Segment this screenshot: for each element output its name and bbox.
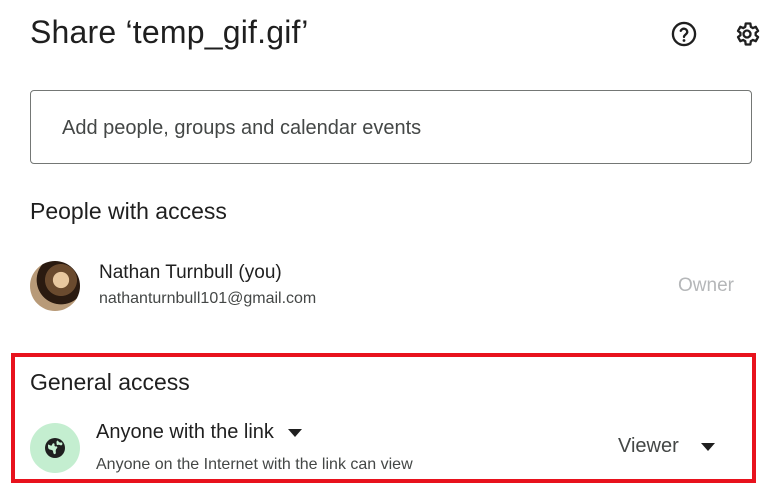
chevron-down-icon	[700, 442, 715, 451]
avatar	[30, 261, 80, 311]
dialog-title: Share ‘temp_gif.gif’	[30, 14, 309, 50]
person-role: Owner	[678, 275, 734, 296]
general-access-heading: General access	[30, 369, 190, 395]
people-with-access-heading: People with access	[30, 198, 227, 224]
person-row: Nathan Turnbull (you) nathanturnbull101@…	[30, 258, 750, 314]
general-access-dropdown[interactable]: Anyone with the link	[96, 421, 302, 444]
link-role-label: Viewer	[618, 435, 679, 457]
chevron-down-icon	[287, 428, 302, 437]
globe-icon	[30, 423, 80, 473]
gear-icon	[733, 20, 761, 53]
general-access-option-label: Anyone with the link	[96, 421, 274, 443]
help-circle-icon	[670, 20, 698, 53]
add-people-input[interactable]	[62, 115, 722, 141]
help-button[interactable]	[668, 20, 700, 52]
general-access-description: Anyone on the Internet with the link can…	[96, 456, 413, 473]
person-email: nathanturnbull101@gmail.com	[99, 290, 317, 307]
settings-button[interactable]	[731, 20, 763, 52]
person-name: Nathan Turnbull (you)	[99, 262, 282, 283]
link-role-dropdown[interactable]: Viewer	[618, 435, 715, 458]
add-people-field[interactable]	[30, 90, 752, 164]
